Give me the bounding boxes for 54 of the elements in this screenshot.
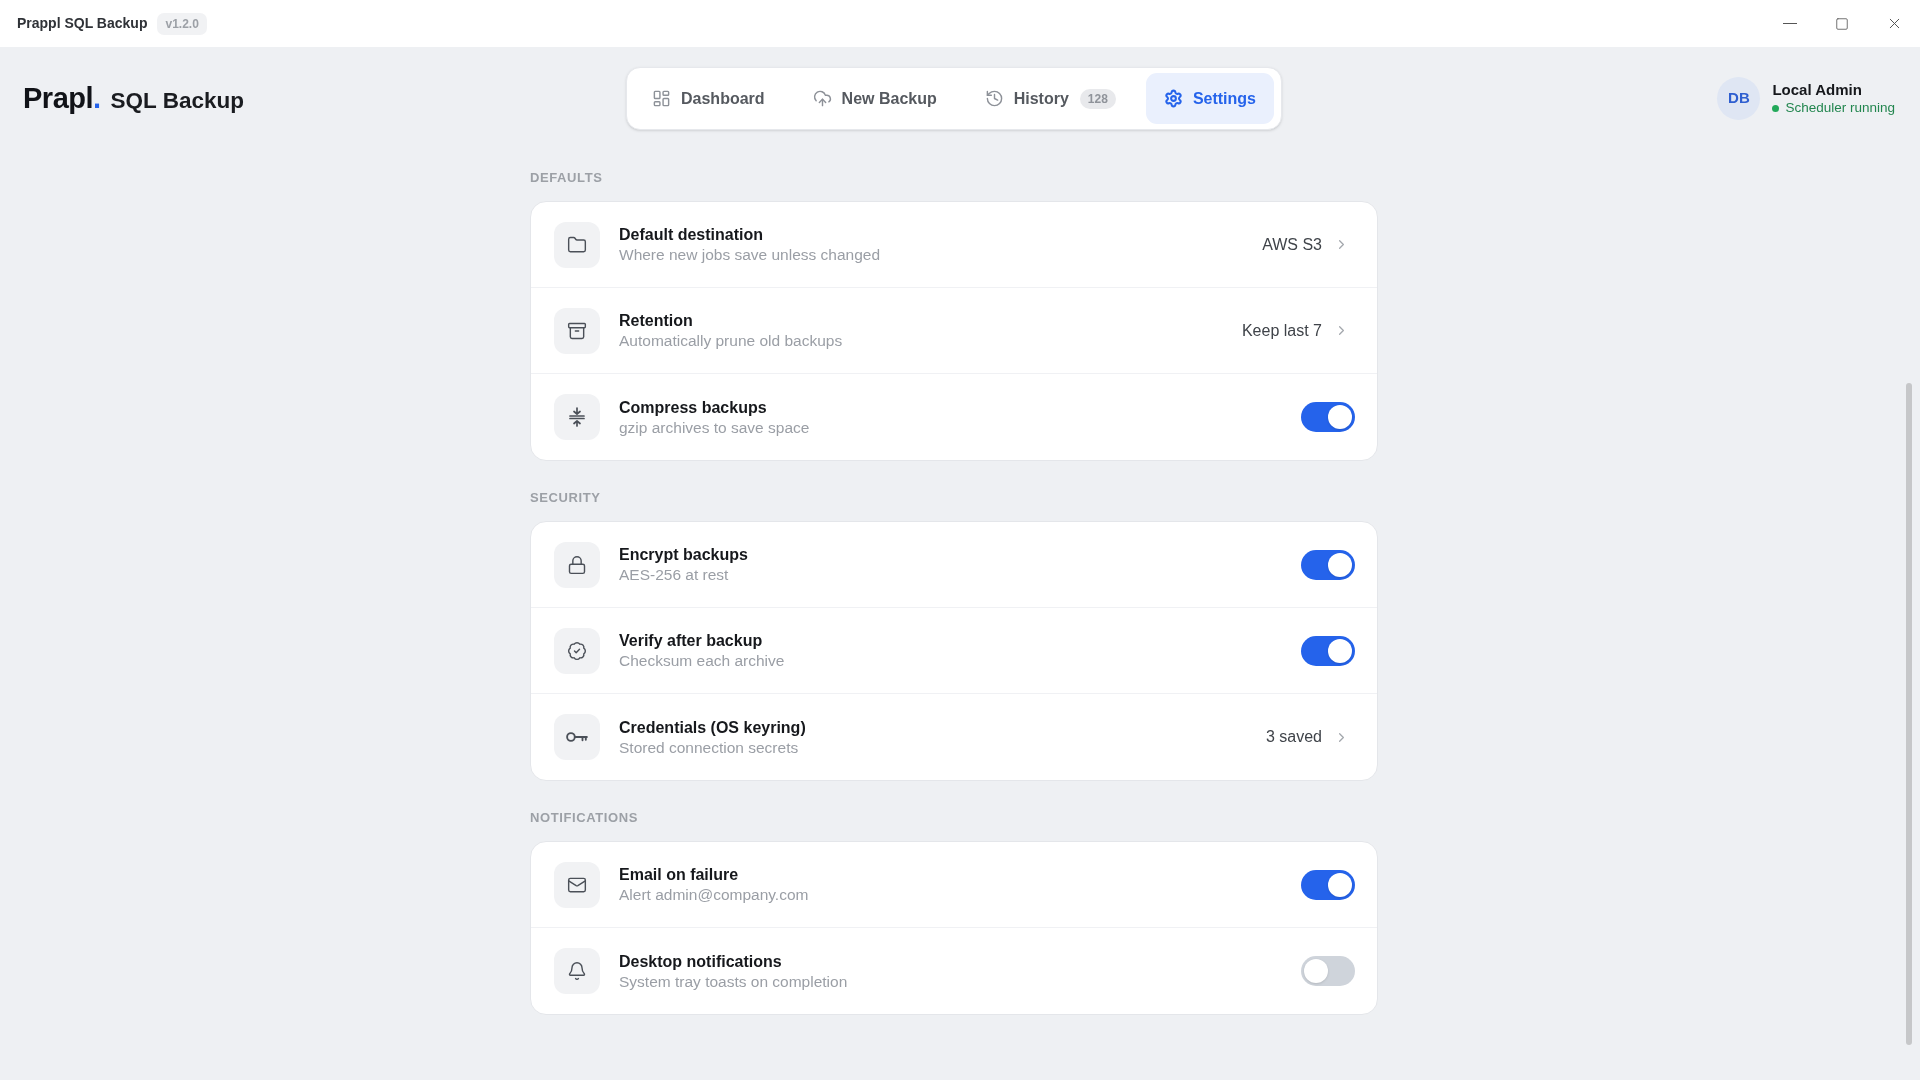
minimize-icon	[1783, 22, 1797, 25]
setting-description: Where new jobs save unless changed	[619, 245, 882, 265]
setting-description: gzip archives to save space	[619, 417, 811, 438]
status-text: Scheduler running	[1785, 99, 1895, 117]
setting-title: Credentials (OS keyring)	[619, 717, 807, 738]
toggle-switch[interactable]	[1301, 549, 1355, 580]
dashboard-icon	[652, 89, 671, 108]
maximize-icon	[1835, 16, 1849, 31]
user-avatar[interactable]: DB	[1717, 77, 1761, 120]
compress-icon	[554, 394, 600, 440]
setting-value[interactable]: 3 saved	[1265, 725, 1322, 749]
setting-title: Verify after backup	[619, 631, 764, 651]
window-title: Prappl SQL Backup	[17, 14, 148, 33]
setting-value[interactable]: Keep last 7	[1241, 318, 1322, 343]
setting-description: Checksum each archive	[619, 651, 786, 671]
archive-box-icon	[554, 307, 600, 354]
setting-description: AES-256 at rest	[619, 565, 730, 585]
app-logo: Prapl.	[23, 84, 101, 113]
setting-description: Alert admin@company.com	[619, 885, 810, 905]
setting-title: Encrypt backups	[619, 545, 749, 565]
nav-tab[interactable]: Dashboard	[634, 73, 783, 124]
lock-icon	[554, 541, 600, 588]
section-heading: NOTIFICATIONS	[530, 810, 639, 826]
setting-title: Default destination	[619, 225, 764, 245]
bell-icon	[554, 948, 600, 994]
nav-tab[interactable]: Settings	[1145, 73, 1274, 124]
setting-description: Stored connection secrets	[619, 737, 800, 758]
history-icon	[984, 89, 1004, 108]
count-badge: 128	[1079, 88, 1116, 109]
toggle-switch[interactable]	[1301, 956, 1355, 986]
section-heading: SECURITY	[530, 490, 602, 506]
toggle-switch[interactable]	[1301, 869, 1355, 900]
scrollbar-thumb[interactable]	[1906, 383, 1912, 1045]
version-tag: v1.2.0	[157, 12, 207, 35]
setting-title: Desktop notifications	[619, 951, 783, 972]
nav-tab[interactable]: History 128	[966, 73, 1134, 124]
setting-value[interactable]: AWS S3	[1262, 232, 1322, 257]
nav-tab[interactable]: New Backup	[794, 73, 955, 124]
user-name: Local Admin	[1772, 80, 1863, 99]
cloud-upload-icon	[812, 89, 832, 108]
setting-title: Retention	[619, 311, 694, 331]
setting-title: Compress backups	[619, 397, 768, 418]
envelope-icon	[554, 861, 600, 908]
toggle-switch[interactable]	[1301, 402, 1355, 432]
folder-icon	[554, 221, 600, 268]
app-name: SQL Backup	[110, 90, 244, 113]
key-icon	[554, 714, 600, 760]
settings-icon	[1163, 89, 1183, 108]
badge-check-icon	[554, 627, 600, 674]
setting-description: System tray toasts on completion	[619, 971, 849, 992]
section-heading: DEFAULTS	[530, 170, 604, 186]
setting-title: Email on failure	[619, 865, 740, 885]
setting-description: Automatically prune old backups	[619, 331, 844, 351]
toggle-switch[interactable]	[1301, 635, 1355, 666]
